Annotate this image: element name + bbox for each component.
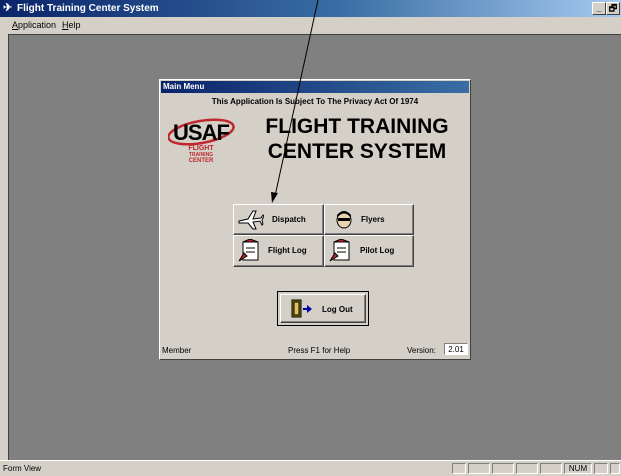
pilot-logbook-icon: [329, 239, 350, 262]
menu-bar: Application Help: [0, 17, 621, 34]
status-panel-5: [540, 463, 562, 474]
dispatch-label: Dispatch: [272, 215, 306, 224]
flight-log-label: Flight Log: [268, 246, 307, 255]
menu-application[interactable]: Application: [12, 20, 56, 30]
log-out-button[interactable]: Log Out: [280, 294, 366, 323]
version-value: 2.01: [444, 343, 468, 355]
main-menu-title: Main Menu: [161, 81, 469, 93]
menu-help[interactable]: Help: [62, 20, 81, 30]
window-title: Flight Training Center System: [17, 3, 159, 14]
pilot-log-label: Pilot Log: [360, 246, 395, 255]
dispatch-button[interactable]: Dispatch: [233, 204, 324, 235]
heading-line-1: FLIGHT TRAINING: [265, 115, 449, 138]
help-hint: Press F1 for Help: [288, 346, 351, 355]
flight-log-button[interactable]: Flight Log: [233, 235, 324, 267]
log-out-label: Log Out: [322, 305, 353, 314]
frame-left-edge: [0, 34, 8, 460]
minimize-button[interactable]: _: [592, 2, 606, 15]
version-label: Version:: [407, 346, 436, 355]
user-role: Member: [162, 346, 192, 355]
num-indicator: NUM: [564, 463, 592, 474]
restore-button[interactable]: 🗗: [606, 2, 620, 15]
app-title-bar: ✈ Flight Training Center System _ 🗗: [0, 0, 621, 17]
status-panel-4: [516, 463, 538, 474]
usaf-flight-training-logo: USAF FLIGHT TRAINING CENTER: [167, 110, 238, 172]
status-panel-8: [610, 463, 620, 474]
pilot-face-icon: [336, 211, 352, 229]
logo-flight-text: FLIGHT: [188, 145, 214, 152]
pilot-log-button[interactable]: Pilot Log: [324, 235, 414, 267]
status-panel-7: [594, 463, 608, 474]
status-panel-2: [468, 463, 490, 474]
exit-door-icon: [291, 299, 312, 318]
logbook-icon: [238, 239, 259, 262]
status-panel-3: [492, 463, 514, 474]
privacy-notice: This Application Is Subject To The Priva…: [211, 97, 419, 106]
heading-line-2: CENTER SYSTEM: [267, 140, 447, 163]
status-bar: Form View NUM: [0, 460, 621, 476]
status-panel-1: [452, 463, 466, 474]
usaf-logo-graphic: USAF FLIGHT TRAINING CENTER: [167, 118, 235, 164]
main-menu-window: Main Menu This Application Is Subject To…: [159, 79, 471, 360]
airplane-app-icon[interactable]: ✈: [3, 1, 12, 15]
flyers-button[interactable]: Flyers: [324, 204, 414, 235]
flyers-label: Flyers: [361, 215, 385, 224]
status-text: Form View: [3, 464, 42, 473]
airplane-icon: [238, 210, 264, 230]
logo-usaf-text: USAF: [173, 120, 229, 145]
logo-center-text: CENTER: [189, 158, 214, 164]
app-heading: FLIGHT TRAINING CENTER SYSTEM: [252, 114, 462, 164]
